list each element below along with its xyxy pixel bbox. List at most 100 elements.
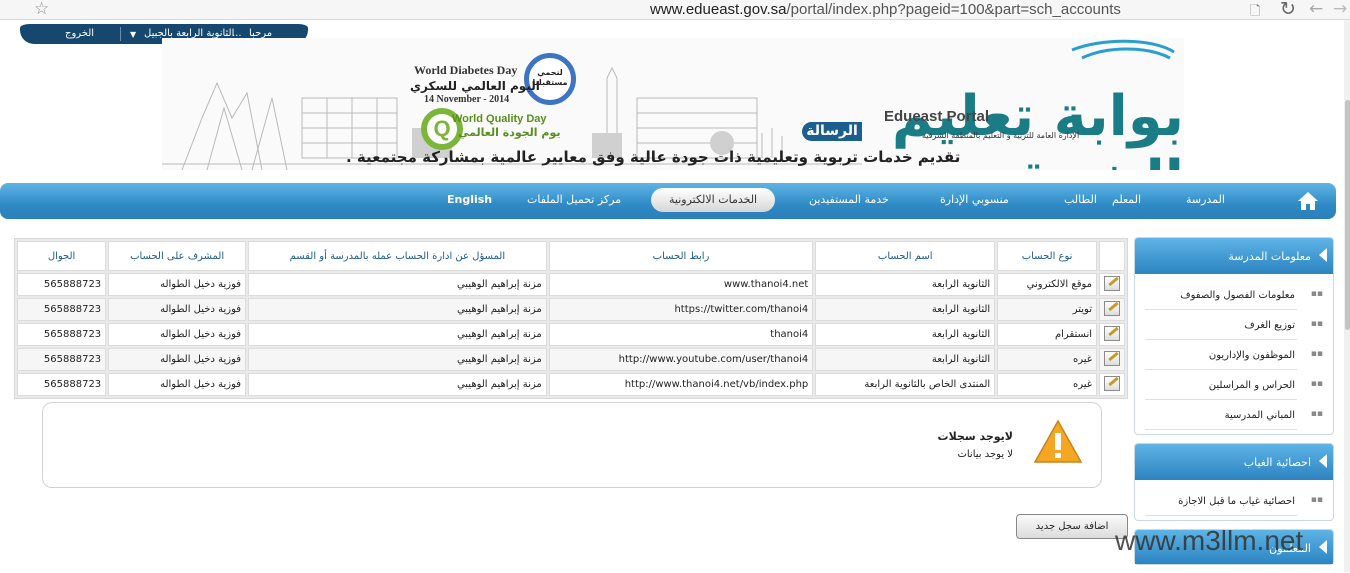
sidebar-item-absence-stats[interactable]: ▪▪ احصائية غياب ما قبل الاجازة (1145, 486, 1323, 516)
forward-arrow-icon[interactable]: → (1333, 0, 1347, 19)
wqd-ar: يوم الجودة العالمي (458, 126, 561, 139)
school-info-box: معلومات المدرسة ▪▪ معلومات الفصول والصفوف… (1134, 237, 1334, 435)
chevron-down-icon[interactable]: ▼ (130, 30, 136, 39)
arrow-left-icon (1319, 540, 1327, 554)
add-record-button[interactable]: اضافة سجل جديد (1016, 514, 1128, 539)
nav-item-eservices[interactable]: الخدمات الالكترونية (651, 188, 776, 212)
nav-item-teacher[interactable]: المعلم (1112, 193, 1141, 206)
bullet-icon: ▪▪ (1310, 289, 1323, 299)
sidebar-item-employees[interactable]: ▪▪ الموظفون والإداريون (1145, 340, 1323, 370)
cell-manager: مزنة إبراهيم الوهيبي (248, 298, 547, 321)
main-nav: المدرسة المعلم الطالب منسوبي الإدارة خدم… (0, 183, 1336, 219)
cell-manager: مزنة إبراهيم الوهيبي (248, 348, 547, 371)
browser-toolbar: ☆ www.edueast.gov.sa/portal/index.php?pa… (0, 0, 1350, 20)
scrollbar-thumb[interactable] (1345, 100, 1350, 330)
edit-icon-cell[interactable] (1099, 323, 1125, 346)
bullet-icon: ▪▪ (1310, 319, 1323, 329)
table-row: موقع الالكتروني الثانوية الرابعة www.tha… (17, 273, 1125, 296)
sidebar-item-rooms[interactable]: ▪▪ توزيع الغرف (1145, 310, 1323, 340)
sidebar: معلومات المدرسة ▪▪ معلومات الفصول والصفوف… (1134, 237, 1334, 573)
cell-supervisor: فوزية دخيل الطواله (108, 273, 247, 296)
tagline: تقديم خدمات تربوية وتعليمية ذات جودة عال… (346, 148, 961, 166)
edit-icon-cell[interactable] (1099, 298, 1125, 321)
edit-icon-cell[interactable] (1099, 348, 1125, 371)
risala-label[interactable]: الرسالة (802, 122, 862, 141)
back-arrow-icon[interactable]: ← (1309, 0, 1323, 19)
edit-icon[interactable] (1104, 375, 1120, 391)
nav-item-student[interactable]: الطالب (1064, 193, 1097, 206)
cell-name: الثانوية الرابعة (815, 348, 996, 371)
table-row: غيره الثانوية الرابعة http://www.youtube… (17, 348, 1125, 371)
reload-icon[interactable]: ↻ (1280, 0, 1296, 20)
star-icon[interactable]: ☆ (34, 0, 49, 19)
absence-header[interactable]: احصائية الغياب (1135, 444, 1333, 480)
cell-supervisor: فوزية دخيل الطواله (108, 348, 247, 371)
cell-type: موقع الالكتروني (997, 273, 1097, 296)
home-icon[interactable] (1297, 191, 1319, 211)
accounts-table: نوع الحساب اسم الحساب رابط الحساب المسؤل… (14, 238, 1128, 399)
cell-name: الثانوية الرابعة (815, 298, 996, 321)
school-info-title: معلومات المدرسة (1228, 250, 1311, 263)
cell-link[interactable]: http://www.thanoi4.net/vb/index.php (548, 373, 814, 396)
nav-item-staff[interactable]: منسوبي الإدارة (940, 193, 1009, 206)
arrow-left-icon (1319, 454, 1327, 468)
header-account-link: رابط الحساب (548, 241, 814, 271)
nav-item-beneficiaries[interactable]: خدمة المستفيدين (809, 193, 889, 206)
edit-icon[interactable] (1104, 325, 1120, 341)
edit-icon[interactable] (1104, 350, 1120, 366)
site-banner: لنحمي مستقبلنا World Diabetes Day اليوم … (162, 38, 1184, 170)
school-info-header[interactable]: معلومات المدرسة (1135, 238, 1333, 274)
cell-link[interactable]: https://twitter.com/thanoi4 (548, 298, 814, 321)
cell-manager: مزنة إبراهيم الوهيبي (248, 373, 547, 396)
edit-icon[interactable] (1104, 275, 1120, 291)
header-account-type: نوع الحساب (997, 241, 1097, 271)
logout-link[interactable]: الخروج (65, 28, 94, 39)
table-row: غيره المنتدى الخاص بالثانوية الرابعة htt… (17, 373, 1125, 396)
sidebar-item-label: المباني المدرسية (1224, 410, 1295, 421)
absence-title: احصائية الغياب (1243, 456, 1311, 469)
cell-link[interactable]: www.thanoi4.net (548, 273, 814, 296)
header-account-manager: المسؤل عن ادارة الحساب عمله بالمدرسة أو … (248, 241, 547, 271)
cell-supervisor: فوزية دخيل الطواله (108, 323, 247, 346)
bullet-icon: ▪▪ (1310, 349, 1323, 359)
nav-item-files[interactable]: مركز تحميل الملفات (527, 193, 621, 206)
sidebar-item-buildings[interactable]: ▪▪ المباني المدرسية (1145, 400, 1323, 430)
notice-subtitle: لا يوجد بيانات (957, 449, 1013, 460)
sidebar-item-label: الحراس و المراسلين (1208, 380, 1295, 391)
cell-name: الثانوية الرابعة (815, 273, 996, 296)
warning-icon (1033, 419, 1083, 463)
address-bar[interactable]: www.edueast.gov.sa/portal/index.php?page… (650, 1, 1270, 19)
wdd-en: World Diabetes Day (414, 63, 518, 77)
url-host: www.edueast.gov.sa (650, 1, 787, 18)
wdd-date: 14 November - 2014 (424, 94, 510, 105)
cell-name: المنتدى الخاص بالثانوية الرابعة (815, 373, 996, 396)
notice-title: لايوجد سجلات (937, 430, 1013, 443)
cell-link[interactable]: thanoi4 (548, 323, 814, 346)
nav-item-school[interactable]: المدرسة (1186, 193, 1225, 206)
bullet-icon: ▪▪ (1310, 495, 1323, 505)
edit-icon[interactable] (1104, 300, 1120, 316)
sidebar-item-classes[interactable]: ▪▪ معلومات الفصول والصفوف (1145, 280, 1323, 310)
edit-icon-cell[interactable] (1099, 273, 1125, 296)
cell-type: غيره (997, 373, 1097, 396)
sidebar-item-label: معلومات الفصول والصفوف (1180, 290, 1295, 301)
header-supervisor: المشرف على الحساب (108, 241, 247, 271)
divider (120, 27, 121, 41)
sidebar-item-guards[interactable]: ▪▪ الحراس و المراسلين (1145, 370, 1323, 400)
sidebar-item-label: توزيع الغرف (1244, 320, 1295, 331)
edit-icon-cell[interactable] (1099, 373, 1125, 396)
no-records-notice: لايوجد سجلات لا يوجد بيانات (42, 402, 1102, 488)
cell-mobile: 565888723 (17, 323, 107, 346)
sidebar-item-label: الموظفون والإداريون (1208, 350, 1295, 361)
nav-item-english[interactable]: English (447, 193, 492, 206)
cell-type: غيره (997, 348, 1097, 371)
cell-link[interactable]: http://www.youtube.com/user/thanoi4 (548, 348, 814, 371)
wdd-ar: اليوم العالمي للسكري (410, 79, 540, 93)
page-icon: 🗋 (1250, 4, 1261, 19)
sidebar-item-label: احصائية غياب ما قبل الاجازة (1178, 496, 1295, 507)
watermark: www.m3llm.net (1115, 525, 1304, 556)
header-account-name: اسم الحساب (815, 241, 996, 271)
cell-mobile: 565888723 (17, 298, 107, 321)
cell-supervisor: فوزية دخيل الطواله (108, 298, 247, 321)
bullet-icon: ▪▪ (1310, 379, 1323, 389)
